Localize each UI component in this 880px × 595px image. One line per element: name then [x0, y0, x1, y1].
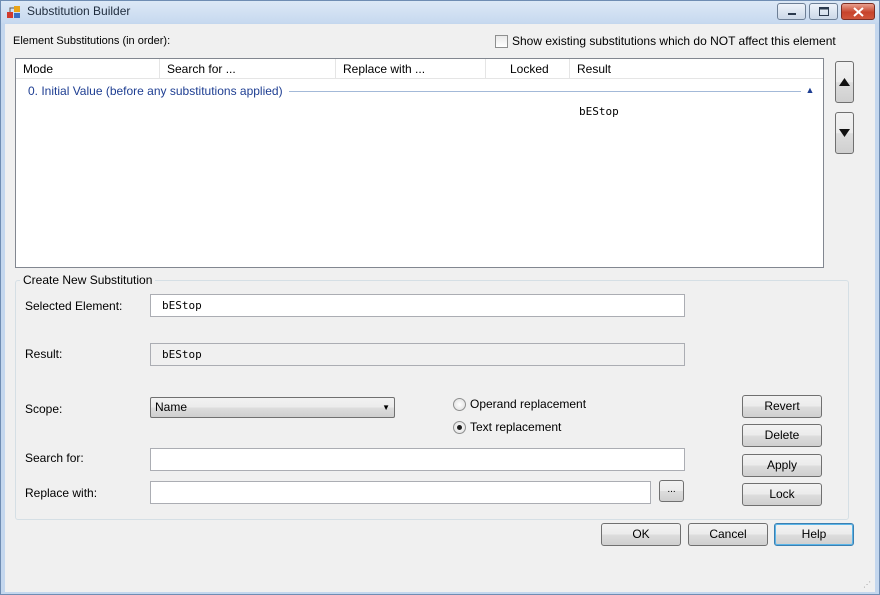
list-item-result[interactable]: bEStop [579, 105, 619, 118]
scope-select[interactable]: Name ▼ [150, 397, 395, 418]
apply-button[interactable]: Apply [742, 454, 822, 477]
title-bar[interactable]: Substitution Builder [1, 1, 879, 23]
minimize-icon [787, 12, 796, 15]
lock-button[interactable]: Lock [742, 483, 822, 506]
list-header: Mode Search for ... Replace with ... Loc… [16, 59, 823, 79]
show-nonaffecting-checkbox[interactable] [495, 35, 508, 48]
replace-with-input[interactable] [150, 481, 651, 504]
help-button[interactable]: Help [774, 523, 854, 546]
substitution-builder-window: Substitution Builder Element Substitutio… [0, 0, 880, 595]
column-header-search[interactable]: Search for ... [160, 59, 336, 79]
maximize-icon [818, 7, 829, 16]
arrow-up-icon [839, 78, 850, 86]
operand-replacement-label[interactable]: Operand replacement [470, 397, 586, 411]
delete-button[interactable]: Delete [742, 424, 822, 447]
radio-selected-dot [457, 425, 462, 430]
column-header-locked[interactable]: Locked [486, 59, 570, 79]
cancel-button[interactable]: Cancel [688, 523, 768, 546]
move-up-button[interactable] [835, 61, 854, 103]
selected-element-label: Selected Element: [25, 299, 123, 313]
substitutions-label: Element Substitutions (in order): [13, 35, 171, 47]
collapse-icon[interactable]: ▲ [805, 83, 815, 97]
search-for-input[interactable] [150, 448, 685, 471]
column-header-replace[interactable]: Replace with ... [336, 59, 486, 79]
move-down-button[interactable] [835, 112, 854, 154]
close-button[interactable] [841, 3, 875, 20]
close-icon [852, 6, 864, 17]
maximize-button[interactable] [809, 3, 838, 20]
revert-button[interactable]: Revert [742, 395, 822, 418]
chevron-down-icon: ▼ [382, 403, 390, 412]
browse-button[interactable]: ... [659, 480, 684, 502]
show-nonaffecting-label[interactable]: Show existing substitutions which do NOT… [512, 34, 836, 48]
window-title: Substitution Builder [27, 4, 131, 18]
text-replacement-radio[interactable] [453, 421, 466, 434]
minimize-button[interactable] [777, 3, 806, 20]
column-header-mode[interactable]: Mode [16, 59, 160, 79]
group-header-initial-value[interactable]: 0. Initial Value (before any substitutio… [28, 84, 283, 98]
text-replacement-label[interactable]: Text replacement [470, 420, 561, 434]
resize-grip-icon[interactable]: ⋰ [863, 580, 873, 590]
scope-label: Scope: [25, 402, 63, 416]
scope-select-value: Name [155, 400, 188, 414]
app-icon [7, 6, 20, 18]
result-label: Result: [25, 347, 63, 361]
result-field: bEStop [150, 343, 685, 366]
substitutions-list[interactable]: Mode Search for ... Replace with ... Loc… [15, 58, 824, 268]
ok-button[interactable]: OK [601, 523, 681, 546]
column-header-result[interactable]: Result [570, 59, 823, 79]
create-substitution-title: Create New Substitution [20, 273, 156, 287]
dialog-content: Element Substitutions (in order): Show e… [5, 24, 875, 592]
replace-with-label: Replace with: [25, 486, 98, 500]
arrow-down-icon [839, 129, 850, 137]
search-for-label: Search for: [25, 451, 84, 465]
operand-replacement-radio[interactable] [453, 398, 466, 411]
group-divider [289, 91, 801, 92]
selected-element-field[interactable]: bEStop [150, 294, 685, 317]
